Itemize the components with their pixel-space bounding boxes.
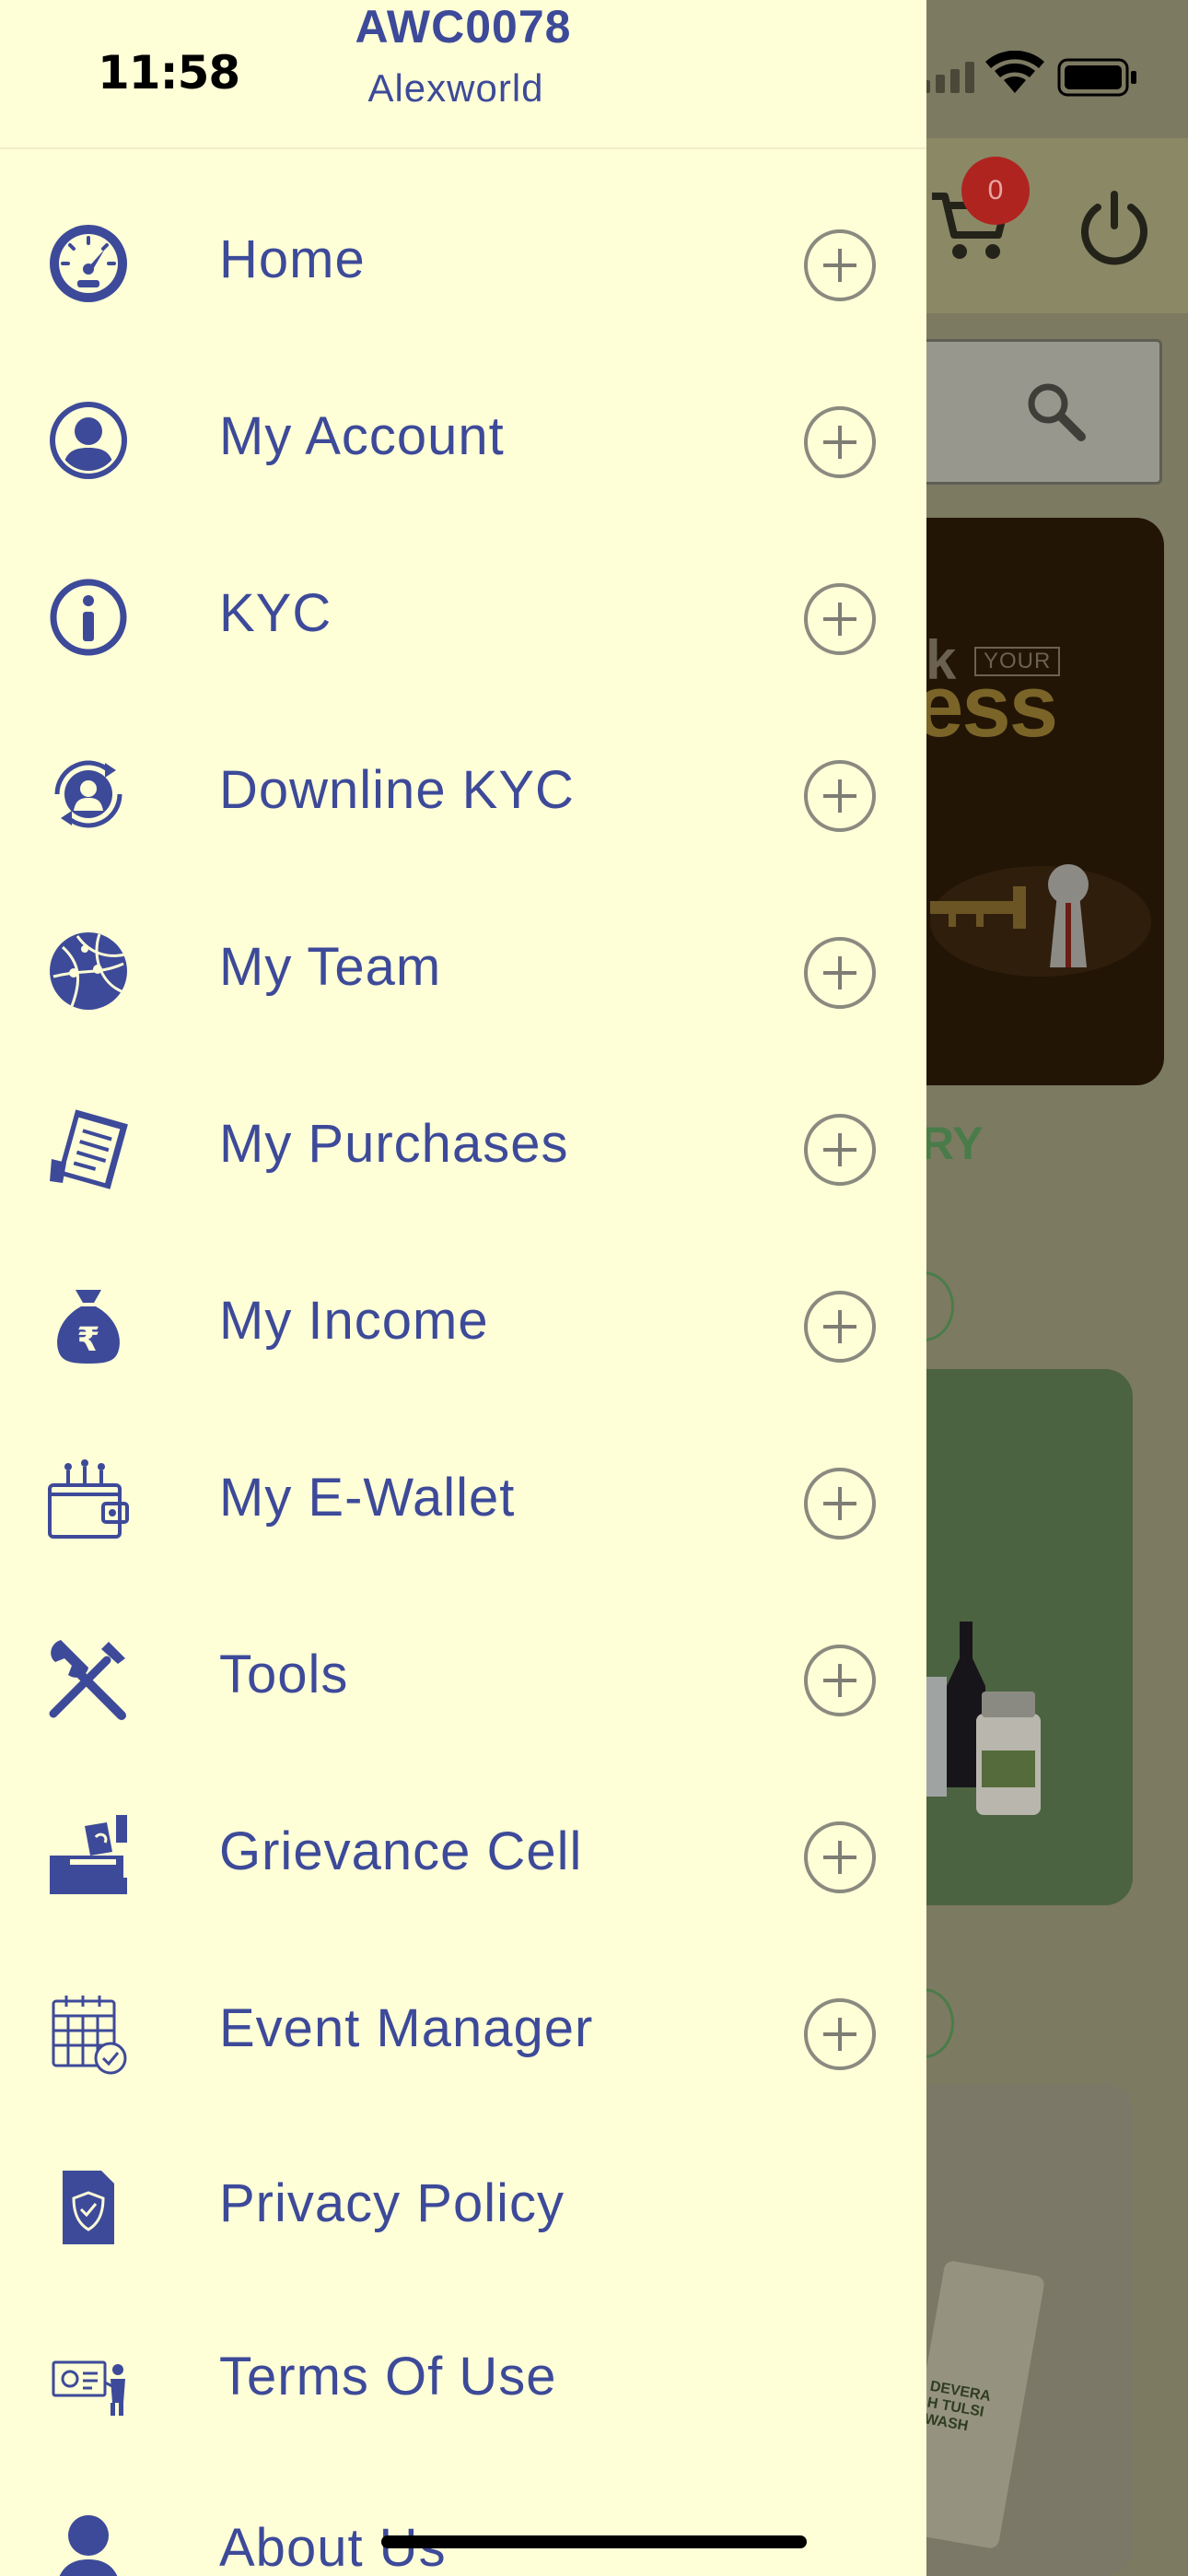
menu-item-about-us[interactable]: About Us xyxy=(0,2465,926,2576)
expand-plus-icon[interactable] xyxy=(803,759,877,833)
svg-text:₹: ₹ xyxy=(76,1321,99,1359)
expand-plus-icon[interactable] xyxy=(803,228,877,302)
info-icon xyxy=(50,579,127,656)
menu-item-my-team[interactable]: My Team xyxy=(0,884,926,1050)
menu-label: My Team xyxy=(219,937,442,997)
home-indicator[interactable] xyxy=(381,2535,807,2548)
expand-plus-icon[interactable] xyxy=(803,582,877,656)
user-name: Alexworld xyxy=(367,66,544,110)
expand-plus-icon[interactable] xyxy=(803,1113,877,1187)
tools-icon xyxy=(49,1640,126,1720)
user-refresh-icon xyxy=(54,760,122,828)
menu-label: My E-Wallet xyxy=(219,1468,516,1528)
menu-item-tools[interactable]: Tools xyxy=(0,1592,926,1758)
menu-item-my-account[interactable]: My Account xyxy=(0,354,926,520)
product-bottles-image xyxy=(915,1622,1041,1815)
drawer-header: 11:58 AWC0078 Alexworld xyxy=(0,0,926,149)
menu-label: Terms Of Use xyxy=(219,2347,557,2406)
menu-label: My Income xyxy=(219,1291,489,1351)
navigation-drawer: 11:58 AWC0078 Alexworld Home My Account … xyxy=(0,0,926,2576)
menu-item-my-e-wallet[interactable]: My E-Wallet xyxy=(0,1415,926,1581)
expand-plus-icon[interactable] xyxy=(803,1467,877,1540)
expand-plus-icon[interactable] xyxy=(803,405,877,479)
menu-item-my-purchases[interactable]: My Purchases xyxy=(0,1061,926,1227)
money-bag-icon: ₹ xyxy=(57,1290,120,1364)
ballot-box-icon xyxy=(50,1815,127,1894)
menu-label: My Purchases xyxy=(219,1114,569,1174)
expand-plus-icon[interactable] xyxy=(803,1290,877,1364)
menu-label: Event Manager xyxy=(219,1998,594,2058)
wallet-icon xyxy=(48,1459,129,1539)
shield-document-icon xyxy=(63,2171,114,2244)
cart-count-badge: 0 xyxy=(961,157,1030,225)
expand-plus-icon[interactable] xyxy=(803,1821,877,1894)
wifi-icon xyxy=(985,51,1044,93)
battery-icon xyxy=(1057,58,1136,97)
status-icons xyxy=(921,51,1136,97)
menu-label: Home xyxy=(219,229,366,289)
terms-icon xyxy=(52,2360,125,2416)
menu-item-downline-kyc[interactable]: Downline KYC xyxy=(0,708,926,873)
menu-item-kyc[interactable]: KYC xyxy=(0,531,926,697)
cellular-signal-icon xyxy=(921,62,974,93)
expand-plus-icon[interactable] xyxy=(803,936,877,1010)
menu-label: My Account xyxy=(219,406,505,466)
menu-label: Tools xyxy=(219,1645,349,1704)
calendar-icon xyxy=(52,1996,127,2075)
category-heading-fragment: RY xyxy=(921,1118,984,1169)
user-id: AWC0078 xyxy=(355,1,572,53)
globe-icon xyxy=(50,932,127,1010)
menu-item-grievance-cell[interactable]: Grievance Cell xyxy=(0,1769,926,1935)
user-circle-icon xyxy=(50,402,127,479)
person-icon xyxy=(59,2515,118,2576)
expand-plus-icon[interactable] xyxy=(803,1997,877,2071)
menu-label: Downline KYC xyxy=(219,760,575,820)
menu-item-event-manager[interactable]: Event Manager xyxy=(0,1946,926,2112)
menu-item-home[interactable]: Home xyxy=(0,177,926,343)
search-icon[interactable] xyxy=(1024,380,1089,444)
menu-item-privacy-policy[interactable]: Privacy Policy xyxy=(0,2121,926,2287)
banner-text-bottom: ess xyxy=(914,657,1058,755)
key-lock-illustration xyxy=(930,864,1151,977)
menu-label: KYC xyxy=(219,583,332,643)
menu-item-my-income[interactable]: ₹ My Income xyxy=(0,1238,926,1404)
speedometer-icon xyxy=(50,225,127,302)
power-icon[interactable] xyxy=(1076,189,1153,266)
expand-plus-icon[interactable] xyxy=(803,1644,877,1717)
menu-label: Grievance Cell xyxy=(219,1821,583,1881)
menu-label: Privacy Policy xyxy=(219,2173,565,2233)
menu-item-terms-of-use[interactable]: Terms Of Use xyxy=(0,2294,926,2460)
receipt-icon xyxy=(50,1109,128,1189)
